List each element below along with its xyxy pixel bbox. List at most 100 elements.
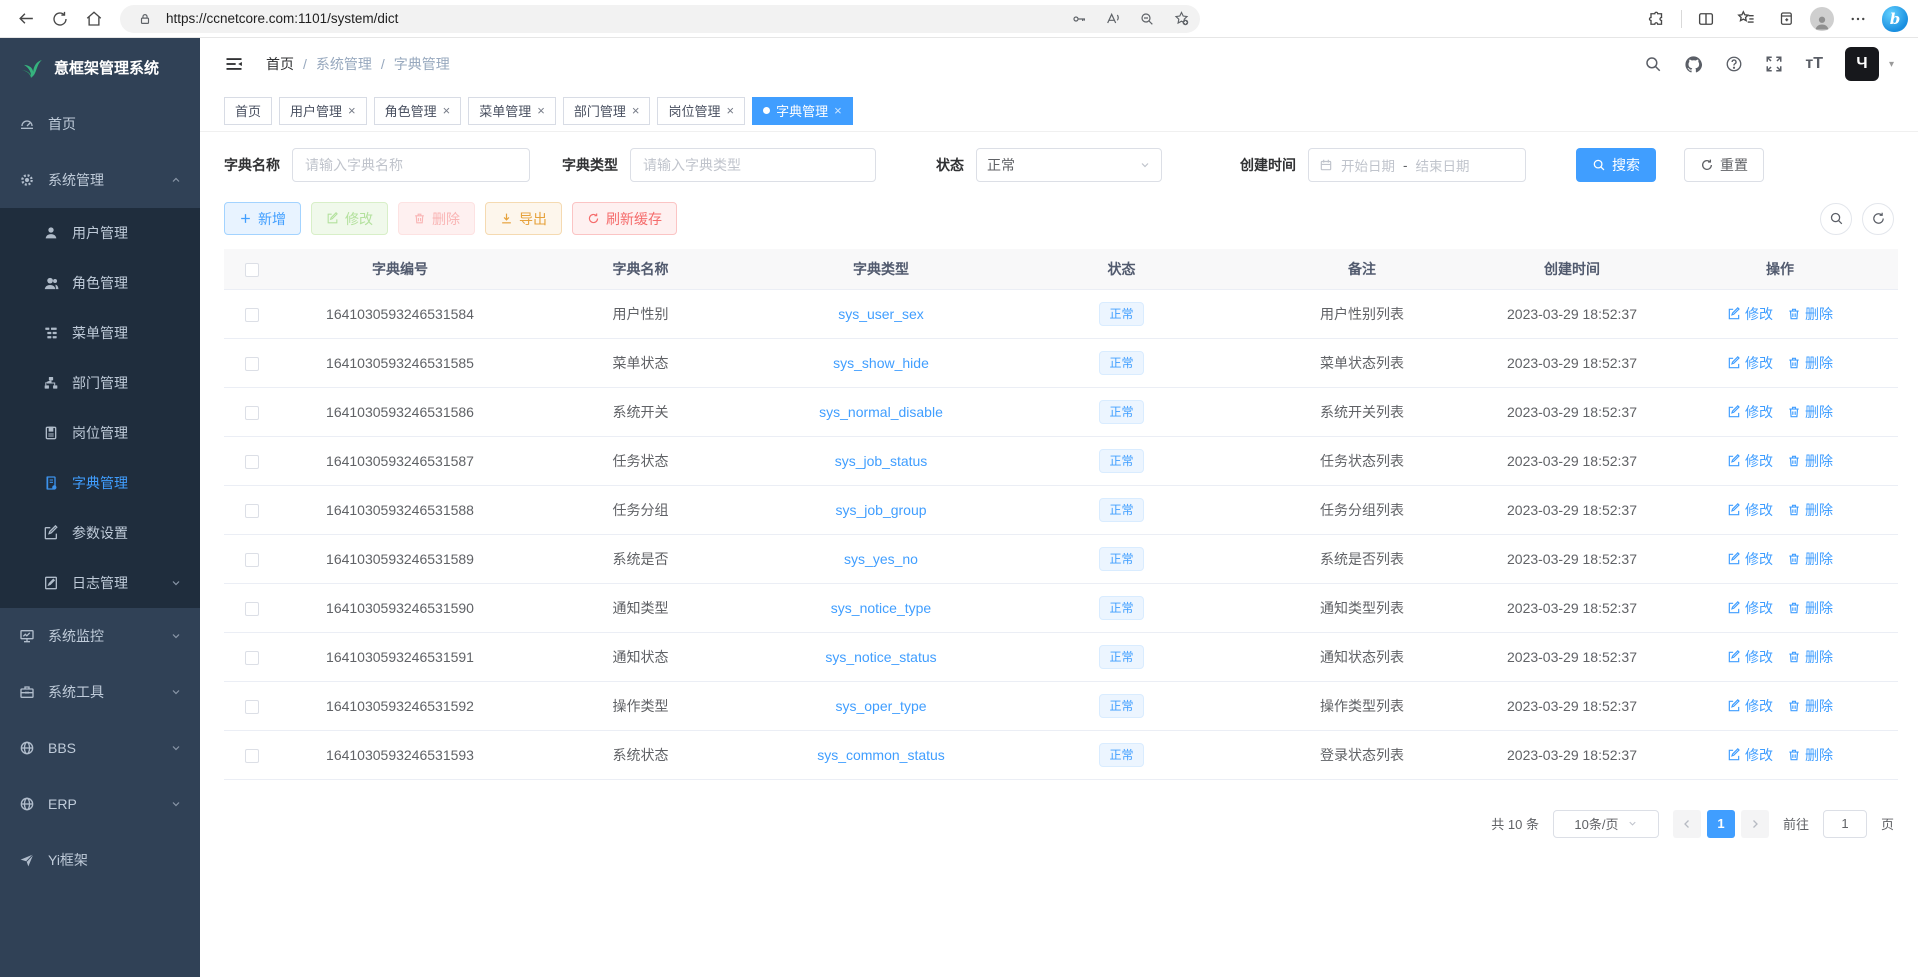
tab-menu[interactable]: 菜单管理× [468,97,556,125]
sidebar-item-system[interactable]: 系统管理 [0,152,200,208]
delete-row-link[interactable]: 删除 [1787,647,1833,667]
tab-post[interactable]: 岗位管理× [657,97,745,125]
tab-close-icon[interactable]: × [834,103,842,118]
breadcrumb-home[interactable]: 首页 [266,54,294,74]
tab-user[interactable]: 用户管理× [279,97,367,125]
edit-row-link[interactable]: 修改 [1727,451,1773,471]
row-checkbox[interactable] [245,308,259,322]
row-checkbox[interactable] [245,406,259,420]
sidebar-item-role[interactable]: 角色管理 [0,258,200,308]
browser-profile-avatar[interactable] [1810,7,1834,31]
github-icon[interactable] [1684,55,1703,74]
edit-row-link[interactable]: 修改 [1727,598,1773,618]
favorite-star-icon[interactable] [1168,6,1194,32]
delete-row-link[interactable]: 删除 [1787,549,1833,569]
current-page-button[interactable]: 1 [1707,810,1735,838]
sidebar-item-menu[interactable]: 菜单管理 [0,308,200,358]
status-select[interactable]: 正常 [976,148,1162,182]
address-bar[interactable]: https://ccnetcore.com:1101/system/dict [120,5,1200,33]
search-button[interactable]: 搜索 [1576,148,1656,182]
dict-type-link[interactable]: sys_notice_type [831,600,931,616]
row-checkbox[interactable] [245,651,259,665]
edit-row-link[interactable]: 修改 [1727,745,1773,765]
sidebar-item-dept[interactable]: 部门管理 [0,358,200,408]
browser-menu-icon[interactable] [1842,3,1874,35]
read-aloud-icon[interactable] [1100,6,1126,32]
refresh-cache-button[interactable]: 刷新缓存 [572,202,677,235]
sidebar-item-yi[interactable]: Yi框架 [0,832,200,888]
dict-type-link[interactable]: sys_user_sex [838,306,924,322]
sidebar-item-home[interactable]: 首页 [0,96,200,152]
dict-type-link[interactable]: sys_yes_no [844,551,918,567]
sidebar-item-bbs[interactable]: BBS [0,720,200,776]
sidebar-item-monitor[interactable]: 系统监控 [0,608,200,664]
start-date-placeholder[interactable]: 开始日期 [1341,155,1395,175]
row-checkbox[interactable] [245,357,259,371]
edit-row-link[interactable]: 修改 [1727,353,1773,373]
refresh-table-button[interactable] [1862,203,1894,235]
password-key-icon[interactable] [1066,6,1092,32]
tab-close-icon[interactable]: × [537,103,545,118]
browser-home-button[interactable] [78,3,110,35]
dict-type-link[interactable]: sys_common_status [817,747,945,763]
select-all-checkbox[interactable] [245,263,259,277]
sidebar-fold-icon[interactable] [224,54,244,74]
edit-row-link[interactable]: 修改 [1727,647,1773,667]
dict-type-link[interactable]: sys_normal_disable [819,404,943,420]
delete-row-link[interactable]: 删除 [1787,451,1833,471]
delete-row-link[interactable]: 删除 [1787,598,1833,618]
tab-dict[interactable]: 字典管理× [752,97,853,125]
dict-type-link[interactable]: sys_notice_status [825,649,936,665]
bing-chat-icon[interactable]: b [1882,6,1908,32]
edit-row-link[interactable]: 修改 [1727,549,1773,569]
dict-type-link[interactable]: sys_oper_type [835,698,926,714]
sidebar-item-log[interactable]: 日志管理 [0,558,200,608]
end-date-placeholder[interactable]: 结束日期 [1416,155,1470,175]
edit-row-link[interactable]: 修改 [1727,402,1773,422]
row-checkbox[interactable] [245,749,259,763]
dict-type-link[interactable]: sys_show_hide [833,355,929,371]
dict-type-link[interactable]: sys_job_group [835,502,926,518]
header-search-icon[interactable] [1644,55,1662,73]
browser-back-button[interactable] [10,3,42,35]
split-screen-icon[interactable] [1690,3,1722,35]
edit-row-link[interactable]: 修改 [1727,304,1773,324]
row-checkbox[interactable] [245,504,259,518]
date-range-picker[interactable]: 开始日期 - 结束日期 [1308,148,1526,182]
extensions-icon[interactable] [1641,3,1673,35]
edit-row-link[interactable]: 修改 [1727,696,1773,716]
tab-close-icon[interactable]: × [348,103,356,118]
add-button[interactable]: 新增 [224,202,301,235]
delete-row-link[interactable]: 删除 [1787,304,1833,324]
delete-row-link[interactable]: 删除 [1787,745,1833,765]
delete-row-link[interactable]: 删除 [1787,402,1833,422]
dict-type-input[interactable] [630,148,876,182]
toggle-search-button[interactable] [1820,203,1852,235]
avatar-caret-icon[interactable]: ▾ [1889,59,1894,70]
tab-close-icon[interactable]: × [726,103,734,118]
delete-row-link[interactable]: 删除 [1787,696,1833,716]
help-icon[interactable] [1725,55,1743,73]
sidebar-item-config[interactable]: 参数设置 [0,508,200,558]
user-avatar[interactable]: Ч [1845,47,1879,81]
edit-button[interactable]: 修改 [311,202,388,235]
reset-button[interactable]: 重置 [1684,148,1764,182]
browser-refresh-button[interactable] [44,3,76,35]
sidebar-item-dict[interactable]: 字典管理 [0,458,200,508]
sidebar-item-erp[interactable]: ERP [0,776,200,832]
row-checkbox[interactable] [245,455,259,469]
sidebar-item-user[interactable]: 用户管理 [0,208,200,258]
tab-dept[interactable]: 部门管理× [563,97,651,125]
delete-row-link[interactable]: 删除 [1787,353,1833,373]
edit-row-link[interactable]: 修改 [1727,500,1773,520]
prev-page-button[interactable] [1673,810,1701,838]
zoom-out-icon[interactable] [1134,6,1160,32]
favorites-bar-icon[interactable] [1730,3,1762,35]
collections-icon[interactable] [1770,3,1802,35]
dict-type-link[interactable]: sys_job_status [835,453,928,469]
dict-name-input[interactable] [292,148,530,182]
fullscreen-icon[interactable] [1765,55,1783,73]
tab-close-icon[interactable]: × [632,103,640,118]
goto-page-input[interactable] [1823,810,1867,838]
delete-button[interactable]: 删除 [398,202,475,235]
